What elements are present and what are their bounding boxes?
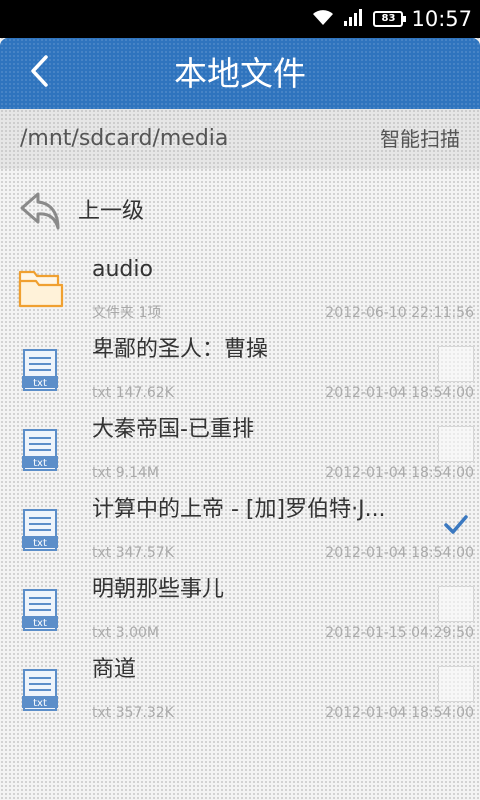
txt-file-icon: txt (18, 344, 64, 391)
item-meta: txt 3.00M (92, 625, 159, 641)
item-date: 2012-01-04 18:54:00 (325, 385, 474, 401)
item-date: 2012-01-04 18:54:00 (325, 465, 474, 481)
list-item[interactable]: audio 文件夹 1项 2012-06-10 22:11:56 (0, 252, 480, 332)
txt-file-icon: txt (18, 424, 64, 471)
list-item[interactable]: txt 明朝那些事儿 txt 3.00M 2012-01-15 04:29:50 (0, 572, 480, 652)
battery-icon: 83 (373, 11, 407, 27)
select-checkbox[interactable] (438, 666, 474, 702)
select-checkbox[interactable] (438, 586, 474, 622)
svg-text:txt: txt (33, 538, 47, 549)
select-checkbox[interactable] (438, 506, 474, 542)
status-bar: 83 10:57 (0, 0, 480, 38)
item-name: audio (92, 257, 153, 282)
item-meta: txt 147.62K (92, 385, 174, 401)
list-item[interactable]: txt 商道 txt 357.32K 2012-01-04 18:54:00 (0, 652, 480, 732)
parent-directory-label: 上一级 (78, 199, 145, 224)
item-date: 2012-06-10 22:11:56 (325, 305, 474, 321)
item-date: 2012-01-04 18:54:00 (325, 705, 474, 721)
list-item[interactable]: txt 卑鄙的圣人：曹操 txt 147.62K 2012-01-04 18:5… (0, 332, 480, 412)
select-checkbox[interactable] (438, 346, 474, 382)
txt-file-icon: txt (18, 664, 64, 711)
item-name: 明朝那些事儿 (92, 577, 225, 602)
txt-file-icon: txt (18, 584, 64, 631)
item-name: 大秦帝国-已重排 (92, 417, 254, 442)
item-meta: txt 9.14M (92, 465, 159, 481)
list-item[interactable]: txt 大秦帝国-已重排 txt 9.14M 2012-01-04 18:54:… (0, 412, 480, 492)
txt-file-icon: txt (18, 504, 64, 551)
svg-text:txt: txt (33, 378, 47, 389)
title-bar: 本地文件 (0, 38, 480, 109)
path-bar: /mnt/sdcard/media 智能扫描 (0, 109, 480, 169)
current-path: /mnt/sdcard/media (20, 126, 229, 151)
clock: 10:57 (411, 7, 472, 31)
wifi-icon (311, 8, 335, 30)
folder-icon (18, 264, 64, 310)
item-name: 卑鄙的圣人：曹操 (92, 337, 269, 362)
smart-scan-button[interactable]: 智能扫描 (380, 109, 460, 169)
item-meta: txt 357.32K (92, 705, 174, 721)
item-name: 商道 (92, 657, 137, 682)
select-checkbox[interactable] (438, 426, 474, 462)
svg-text:txt: txt (33, 458, 47, 469)
item-date: 2012-01-15 04:29:50 (325, 625, 474, 641)
item-meta: txt 347.57K (92, 545, 174, 561)
item-name: 计算中的上帝 - [加]罗伯特·J... (92, 497, 386, 522)
parent-directory-row[interactable]: 上一级 (0, 172, 480, 250)
chevron-left-icon (28, 54, 50, 92)
svg-text:txt: txt (33, 698, 47, 709)
item-meta: 文件夹 1项 (92, 305, 162, 321)
list-item[interactable]: txt 计算中的上帝 - [加]罗伯特·J... txt 347.57K 201… (0, 492, 480, 572)
item-date: 2012-01-04 18:54:00 (325, 545, 474, 561)
back-button[interactable] (16, 50, 62, 96)
checkmark-icon (444, 515, 468, 534)
page-title: 本地文件 (174, 54, 306, 93)
svg-text:txt: txt (33, 618, 47, 629)
undo-arrow-icon (18, 190, 62, 232)
signal-icon (343, 8, 365, 30)
